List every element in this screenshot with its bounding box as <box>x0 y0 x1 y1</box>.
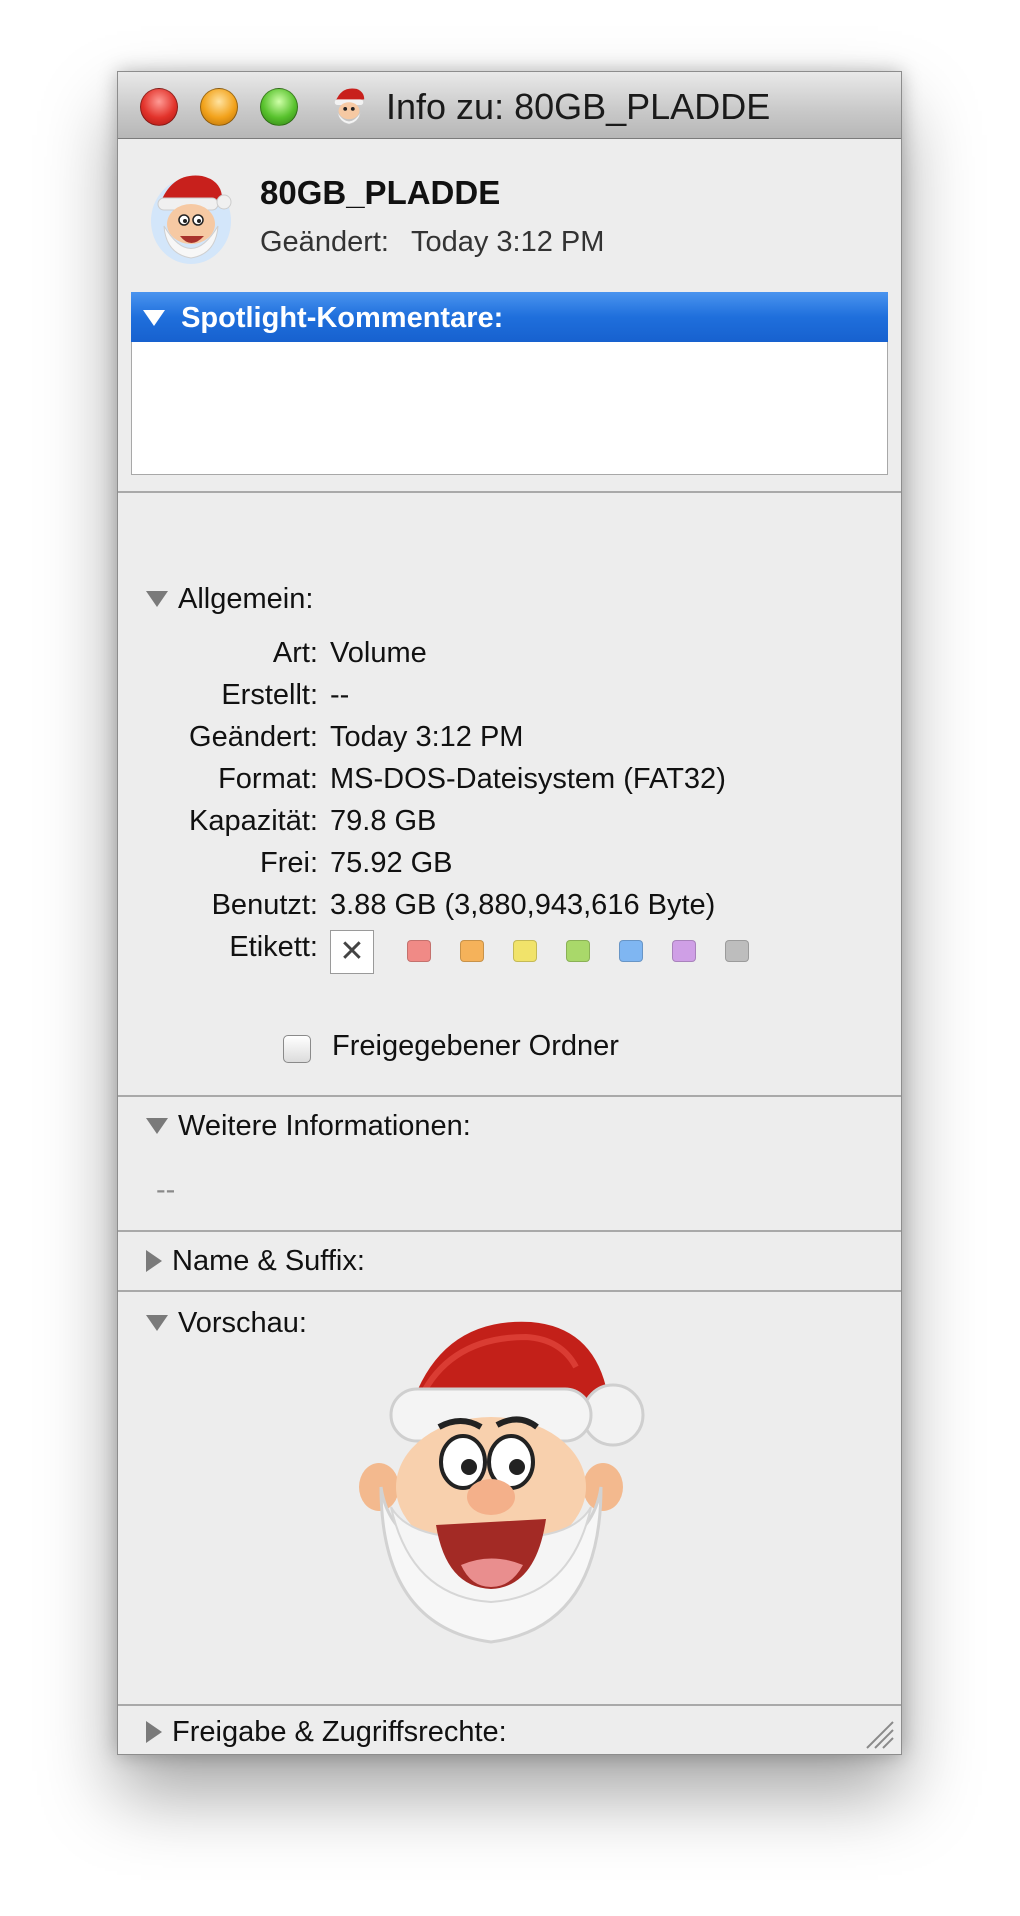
zoom-button[interactable] <box>260 88 298 126</box>
disclosure-triangle-icon[interactable] <box>146 1250 162 1273</box>
info-row-format: Format: MS-DOS-Dateisystem (FAT32) <box>118 763 901 805</box>
disclosure-triangle-icon[interactable] <box>146 1721 162 1744</box>
info-key: Etikett: <box>229 931 318 963</box>
label-yellow-swatch[interactable] <box>513 940 537 962</box>
preview-title: Vorschau: <box>178 1306 307 1339</box>
info-window: Info zu: 80GB_PLADDE 80GB_PLADDE Geänder… <box>117 71 902 1755</box>
label-blue-swatch[interactable] <box>619 940 643 962</box>
more-info-value: -- <box>156 1174 176 1206</box>
info-key: Art: <box>272 637 318 669</box>
info-key: Erstellt: <box>221 679 318 711</box>
close-button[interactable] <box>140 88 178 126</box>
info-value: 3.88 GB (3,880,943,616 Byte) <box>330 889 716 921</box>
modified-value: Today 3:12 PM <box>410 226 605 258</box>
shared-folder-label[interactable]: Freigegebener Ordner <box>332 1030 619 1063</box>
divider <box>118 1704 901 1706</box>
divider <box>118 1095 901 1097</box>
minimize-button[interactable] <box>200 88 238 126</box>
info-value: Volume <box>330 637 427 669</box>
title-bar[interactable]: Info zu: 80GB_PLADDE <box>118 72 901 139</box>
spotlight-section-header[interactable]: Spotlight-Kommentare: <box>131 292 888 342</box>
info-key: Frei: <box>260 847 318 879</box>
info-row-free: Frei: 75.92 GB <box>118 847 901 889</box>
info-row-type: Art: Volume <box>118 637 901 679</box>
more-info-section-header[interactable]: Weitere Informationen: <box>146 1109 471 1143</box>
label-purple-swatch[interactable] <box>672 940 696 962</box>
divider <box>118 491 901 493</box>
divider <box>118 1230 901 1232</box>
label-green-swatch[interactable] <box>566 940 590 962</box>
window-title: Info zu: 80GB_PLADDE <box>386 86 771 127</box>
shared-folder-checkbox[interactable] <box>283 1035 311 1063</box>
spotlight-title: Spotlight-Kommentare: <box>181 302 504 335</box>
disclosure-triangle-icon[interactable] <box>146 1118 168 1135</box>
disclosure-triangle-icon[interactable] <box>146 591 168 608</box>
info-row-used: Benutzt: 3.88 GB (3,880,943,616 Byte) <box>118 889 901 931</box>
santa-face-icon <box>151 175 232 264</box>
disclosure-triangle-icon[interactable] <box>146 1315 168 1332</box>
more-info-title: Weitere Informationen: <box>178 1109 471 1142</box>
modified-label: Geändert: <box>260 226 389 258</box>
resize-grip-icon[interactable] <box>861 1716 895 1750</box>
modified-line: Geändert: Today 3:12 PM <box>260 226 604 259</box>
name-suffix-section-header[interactable]: Name & Suffix: <box>146 1244 365 1278</box>
label-none-button[interactable]: ✕ <box>330 930 374 974</box>
info-value: MS-DOS-Dateisystem (FAT32) <box>330 763 726 795</box>
general-section-header[interactable]: Allgemein: <box>146 582 313 616</box>
santa-proxy-icon[interactable] <box>330 84 368 128</box>
label-gray-swatch[interactable] <box>725 940 749 962</box>
santa-face-icon <box>359 1321 645 1644</box>
sharing-title: Freigabe & Zugriffsrechte: <box>172 1715 507 1748</box>
info-value: 79.8 GB <box>330 805 437 837</box>
info-row-modified: Geändert: Today 3:12 PM <box>118 721 901 763</box>
info-value: 75.92 GB <box>330 847 453 879</box>
label-orange-swatch[interactable] <box>460 940 484 962</box>
info-row-capacity: Kapazität: 79.8 GB <box>118 805 901 847</box>
label-red-swatch[interactable] <box>407 940 431 962</box>
preview-section-header[interactable]: Vorschau: <box>146 1306 307 1340</box>
info-key: Geändert: <box>189 721 318 753</box>
divider <box>118 1290 901 1292</box>
disclosure-triangle-icon[interactable] <box>143 310 165 327</box>
spotlight-comment-field[interactable] <box>131 342 888 475</box>
general-title: Allgemein: <box>178 582 314 615</box>
info-value: Today 3:12 PM <box>330 721 524 753</box>
name-suffix-title: Name & Suffix: <box>172 1244 365 1277</box>
info-key: Kapazität: <box>189 805 318 837</box>
info-row-created: Erstellt: -- <box>118 679 901 721</box>
volume-name: 80GB_PLADDE <box>260 174 501 211</box>
info-key: Benutzt: <box>211 889 318 921</box>
info-row-label: Etikett: <box>118 931 901 973</box>
info-key: Format: <box>218 763 318 795</box>
info-value: -- <box>330 679 350 711</box>
sharing-section-header[interactable]: Freigabe & Zugriffsrechte: <box>146 1715 507 1749</box>
